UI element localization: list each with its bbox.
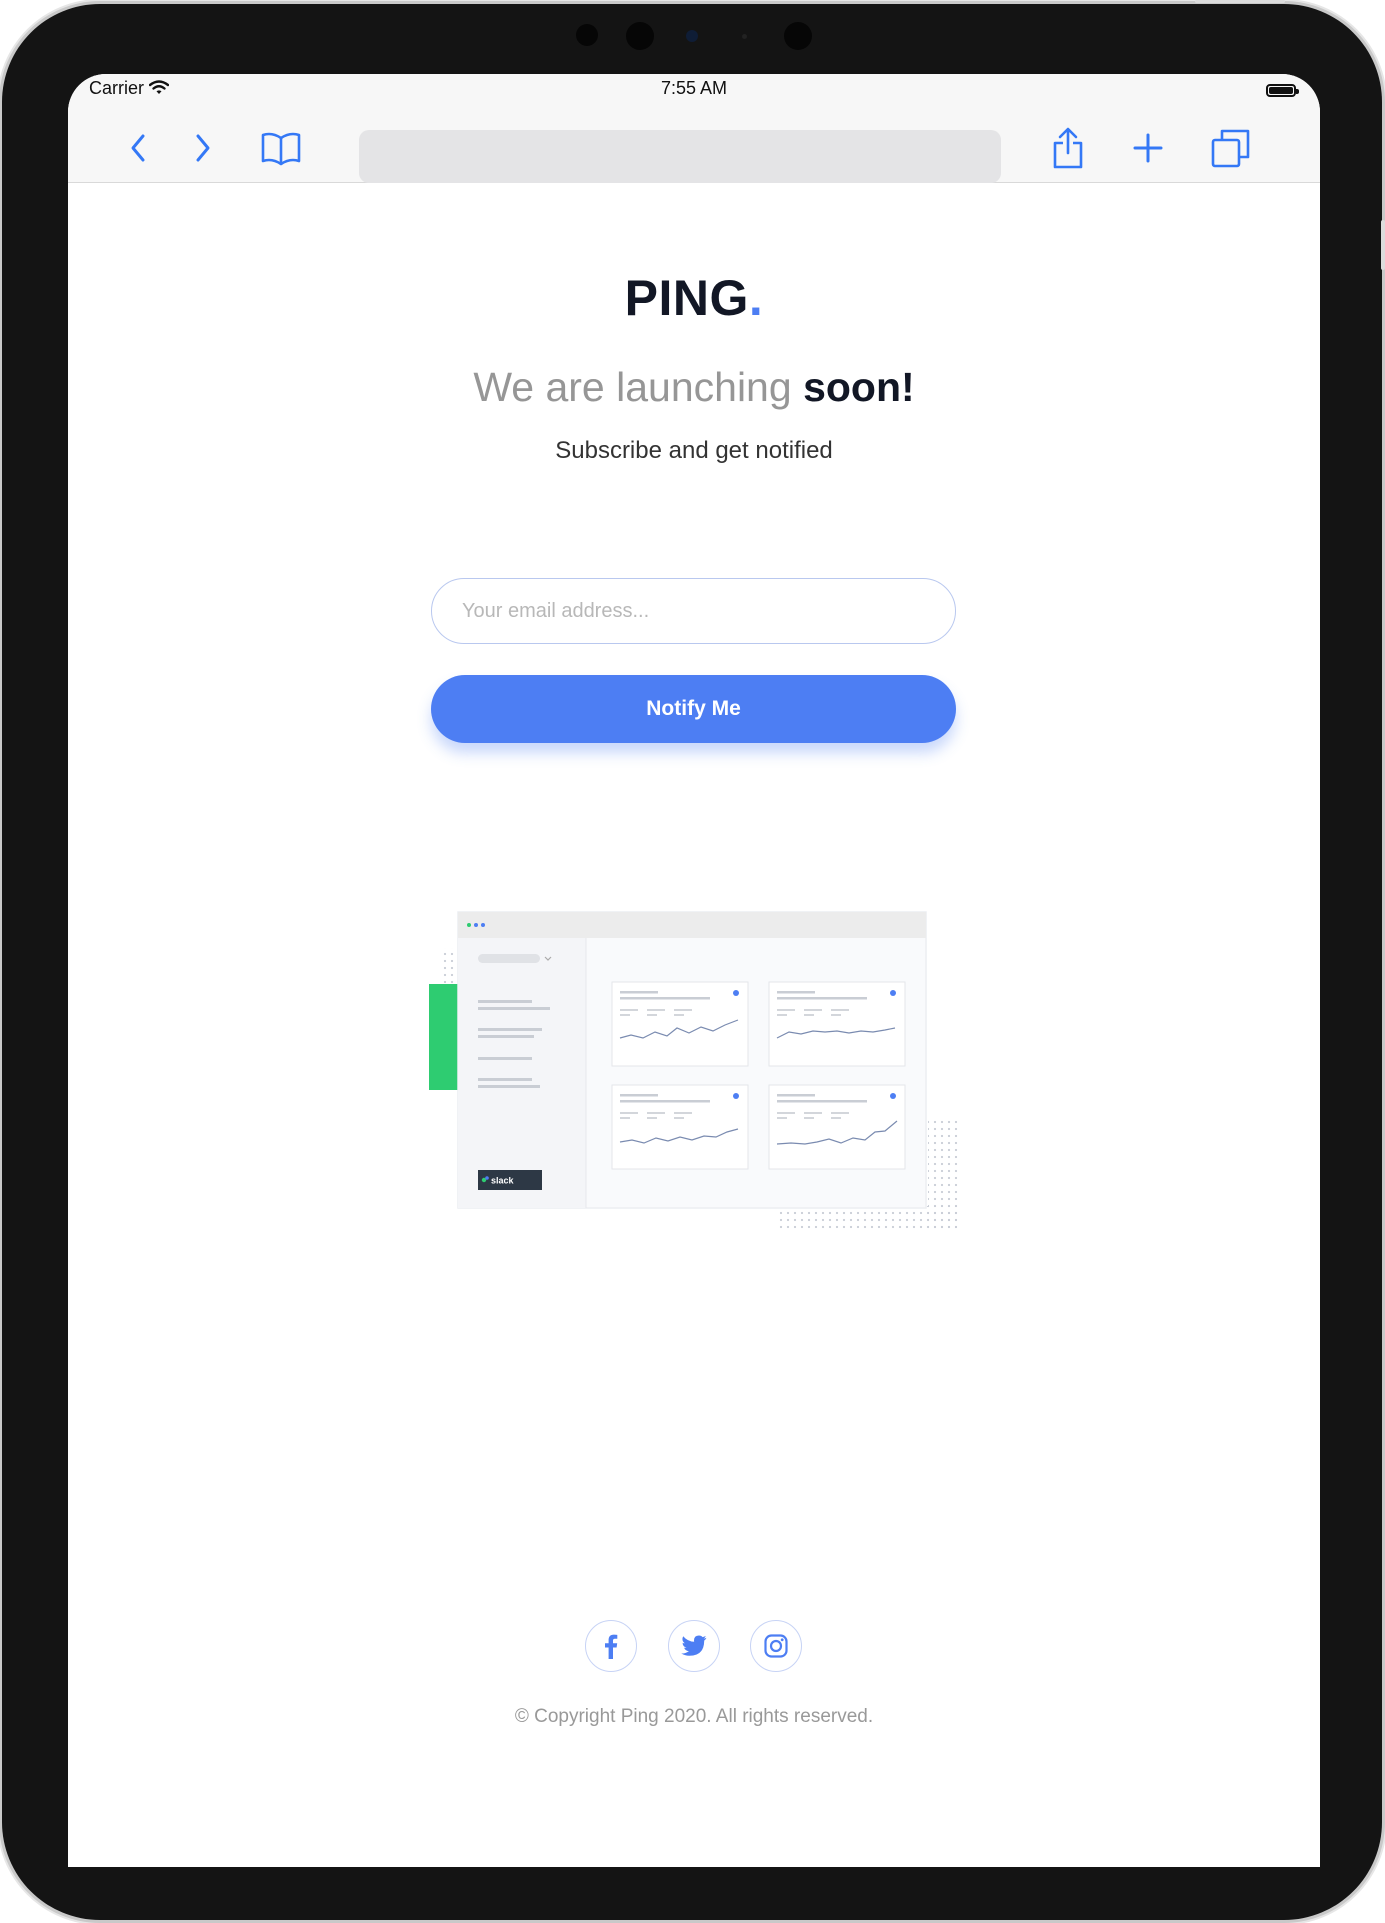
address-bar[interactable] xyxy=(359,130,1001,183)
facebook-icon xyxy=(605,1634,618,1659)
instagram-icon xyxy=(764,1634,788,1658)
back-button[interactable] xyxy=(114,124,162,172)
sensor-1 xyxy=(576,24,598,46)
instagram-link[interactable] xyxy=(750,1620,802,1672)
sensor-3 xyxy=(784,22,812,50)
bookmarks-button[interactable] xyxy=(257,124,305,172)
social-links xyxy=(68,1620,1320,1674)
tabs-icon xyxy=(1211,129,1250,168)
headline: We are launching soon! xyxy=(68,364,1320,411)
copyright-text: © Copyright Ping 2020. All rights reserv… xyxy=(514,1706,874,1727)
clock: 7:55 AM xyxy=(660,78,728,98)
logo-dot: . xyxy=(748,270,764,326)
screen: Carrier 7:55 AM PING. We are launching s… xyxy=(68,74,1320,1867)
email-input[interactable] xyxy=(431,578,956,644)
forward-chevron-icon xyxy=(196,134,210,162)
headline-light: We are launching xyxy=(473,364,804,410)
sensor-2 xyxy=(742,34,747,39)
status-bar: Carrier 7:55 AM xyxy=(68,74,1320,114)
subheadline: Subscribe and get notified xyxy=(555,437,833,464)
front-camera xyxy=(626,22,654,50)
side-button xyxy=(1381,220,1385,270)
logo-text: PING xyxy=(624,270,749,326)
bookmarks-book-icon xyxy=(261,132,301,166)
ipad-frame: Carrier 7:55 AM PING. We are launching s… xyxy=(2,4,1382,1920)
back-chevron-icon xyxy=(131,134,145,162)
battery-icon xyxy=(1266,84,1299,97)
slack-badge-label: slack xyxy=(491,1176,515,1186)
notify-me-button[interactable]: Notify Me xyxy=(431,675,956,743)
browser-toolbar xyxy=(68,114,1320,183)
share-icon xyxy=(1053,127,1083,169)
tabs-button[interactable] xyxy=(1207,124,1255,172)
headline-bold: soon! xyxy=(803,364,915,410)
ping-logo: PING. xyxy=(68,269,1320,327)
share-button[interactable] xyxy=(1044,124,1092,172)
top-button xyxy=(1195,0,1285,3)
forward-button[interactable] xyxy=(179,124,227,172)
new-tab-plus-icon xyxy=(1133,133,1163,163)
facebook-link[interactable] xyxy=(585,1620,637,1672)
camera-lens xyxy=(686,30,698,42)
twitter-link[interactable] xyxy=(668,1620,720,1672)
dashboard-illustration: slack xyxy=(429,911,959,1230)
new-tab-button[interactable] xyxy=(1124,124,1172,172)
twitter-icon xyxy=(681,1635,707,1656)
